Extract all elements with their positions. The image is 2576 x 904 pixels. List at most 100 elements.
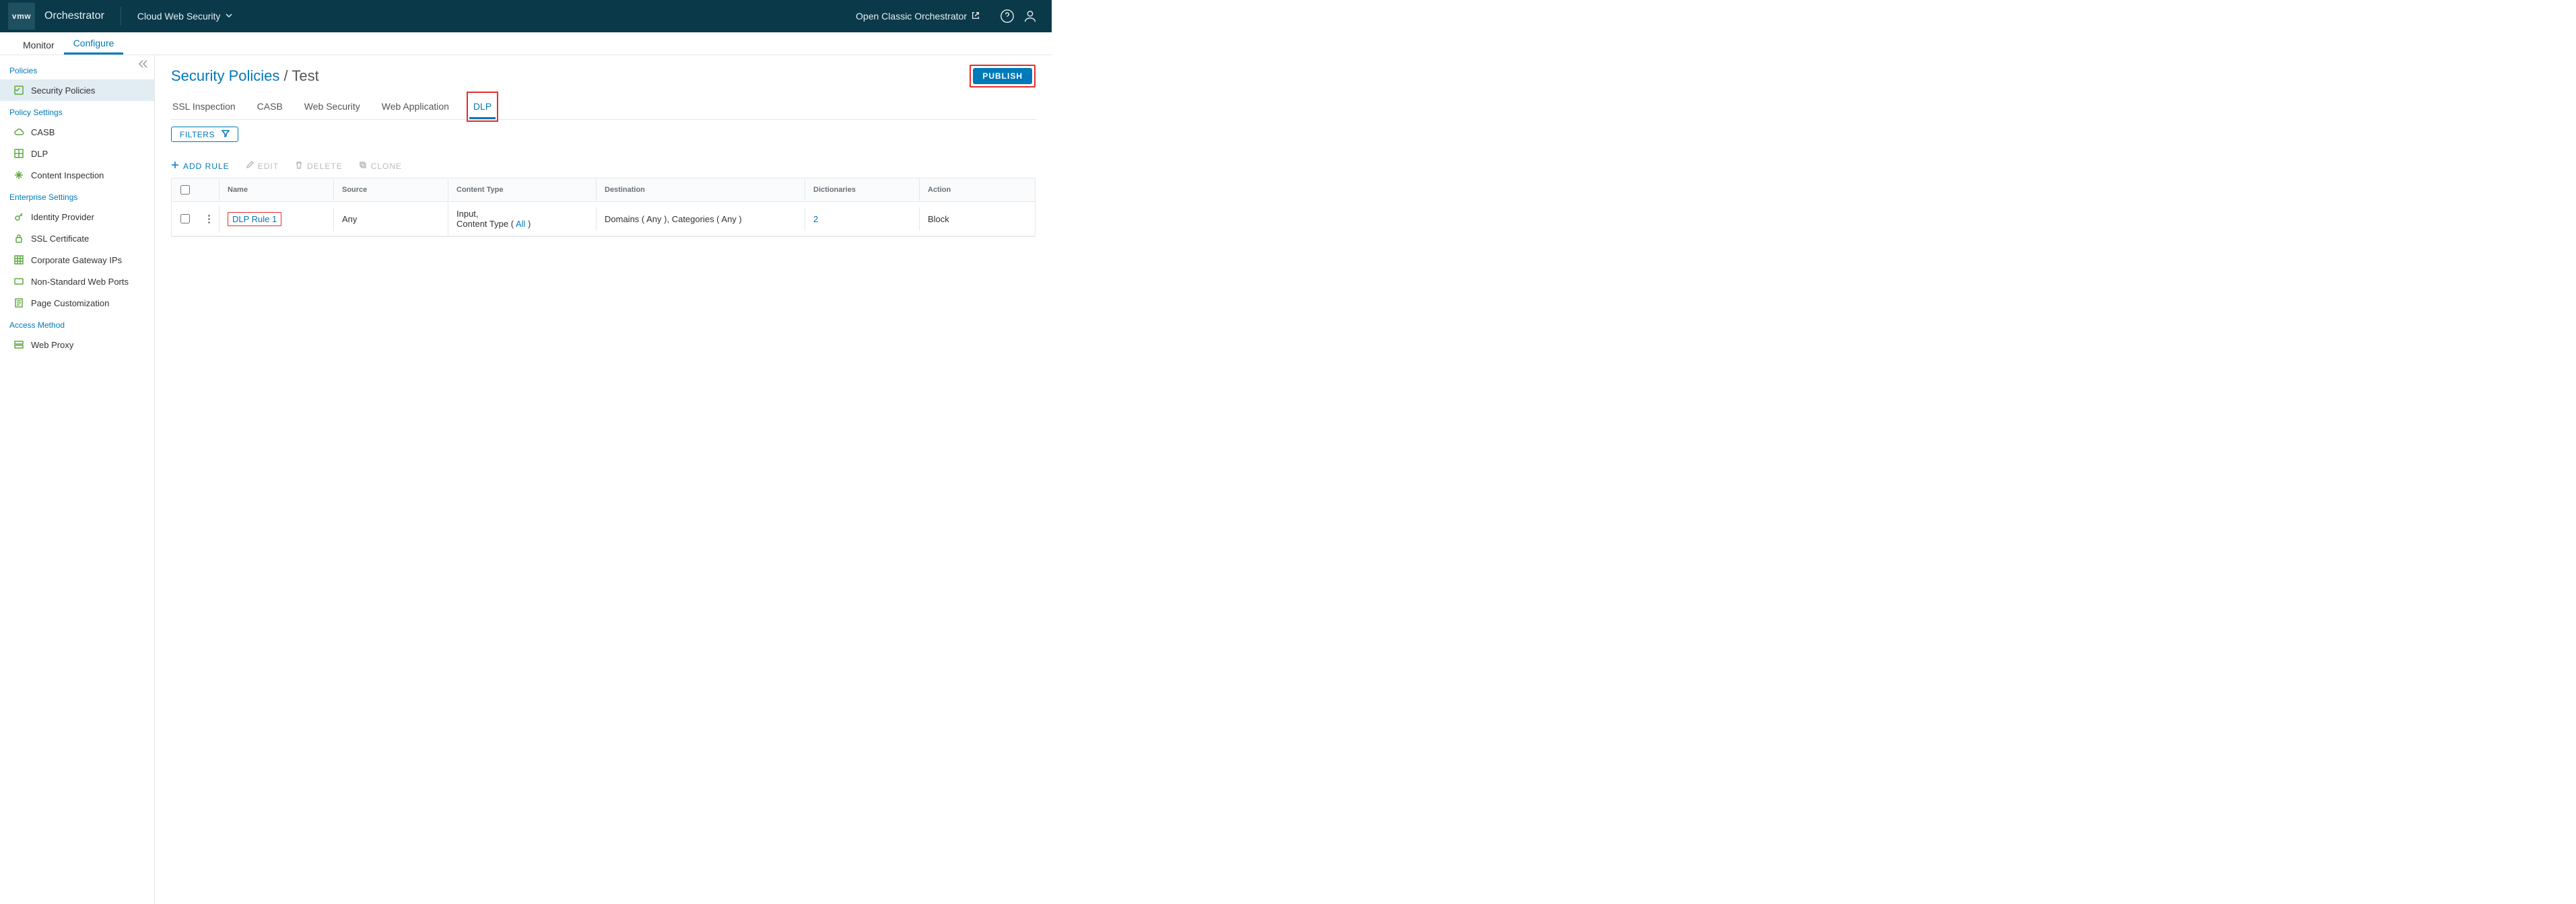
trash-icon: [295, 161, 303, 171]
port-icon: [13, 276, 24, 287]
collapse-sidebar-icon[interactable]: [138, 59, 149, 71]
tab-ssl-inspection[interactable]: SSL Inspection: [171, 94, 237, 119]
sidebar-item-nonstandard-ports[interactable]: Non-Standard Web Ports: [0, 271, 154, 292]
select-all-cell: [172, 178, 199, 201]
col-content-type[interactable]: Content Type: [448, 179, 596, 201]
filters-label: FILTERS: [180, 130, 215, 139]
user-icon[interactable]: [1021, 7, 1040, 26]
sidebar-item-ssl-certificate[interactable]: SSL Certificate: [0, 228, 154, 249]
rules-table: Name Source Content Type Destination Dic…: [171, 178, 1036, 237]
shield-check-icon: [13, 85, 24, 96]
row-destination: Domains ( Any ), Categories ( Any ): [596, 207, 805, 231]
help-icon[interactable]: [998, 7, 1017, 26]
product-name: Orchestrator: [44, 10, 104, 22]
sidebar-item-label: DLP: [31, 149, 48, 159]
lock-icon: [13, 233, 24, 244]
sidebar-item-label: CASB: [31, 127, 55, 137]
pencil-icon: [246, 161, 254, 171]
tab-configure[interactable]: Configure: [64, 32, 124, 55]
table-header-row: Name Source Content Type Destination Dic…: [172, 178, 1035, 202]
publish-button[interactable]: PUBLISH: [973, 68, 1032, 84]
sidebar-item-label: Web Proxy: [31, 340, 73, 350]
edit-button: EDIT: [246, 161, 279, 171]
clone-label: CLONE: [371, 162, 402, 171]
add-rule-label: ADD RULE: [183, 162, 230, 171]
select-all-checkbox[interactable]: [180, 185, 190, 195]
sidebar-item-content-inspection[interactable]: Content Inspection: [0, 164, 154, 186]
dictionaries-link[interactable]: 2: [813, 214, 818, 224]
col-destination[interactable]: Destination: [596, 179, 805, 201]
rule-name-highlight: DLP Rule 1: [228, 212, 281, 226]
col-dictionaries[interactable]: Dictionaries: [805, 179, 919, 201]
breadcrumb-sep: /: [279, 67, 292, 84]
row-source: Any: [333, 207, 448, 231]
tab-web-security[interactable]: Web Security: [303, 94, 362, 119]
service-dropdown[interactable]: Cloud Web Security: [137, 11, 232, 22]
breadcrumb-root-link[interactable]: Security Policies: [171, 67, 279, 84]
main-nav-tabs: Monitor Configure: [0, 32, 1052, 55]
tab-casb[interactable]: CASB: [256, 94, 284, 119]
plus-icon: [171, 161, 179, 171]
network-icon: [13, 254, 24, 265]
sidebar-heading-policies: Policies: [0, 59, 154, 79]
proxy-icon: [13, 339, 24, 350]
row-content-type: Input, Content Type ( All ): [448, 202, 596, 236]
top-bar: vmw Orchestrator Cloud Web Security Open…: [0, 0, 1052, 32]
policy-tabs: SSL Inspection CASB Web Security Web App…: [171, 94, 1036, 120]
main-content: Security Policies / Test PUBLISH SSL Ins…: [155, 55, 1052, 904]
col-action[interactable]: Action: [919, 179, 1035, 201]
rule-name-link[interactable]: DLP Rule 1: [232, 214, 277, 224]
sidebar-heading-policy-settings: Policy Settings: [0, 101, 154, 121]
delete-button: DELETE: [295, 161, 343, 171]
page-icon: [13, 298, 24, 308]
sidebar-heading-enterprise: Enterprise Settings: [0, 186, 154, 206]
filter-icon: [222, 129, 230, 139]
breadcrumb: Security Policies / Test: [171, 67, 319, 85]
external-link-icon: [971, 11, 980, 22]
sidebar-item-corporate-gateway[interactable]: Corporate Gateway IPs: [0, 249, 154, 271]
row-checkbox[interactable]: [180, 214, 190, 223]
add-rule-button[interactable]: ADD RULE: [171, 161, 230, 171]
sidebar-item-casb[interactable]: CASB: [0, 121, 154, 143]
breadcrumb-leaf: Test: [292, 67, 318, 84]
tab-monitor[interactable]: Monitor: [13, 34, 64, 55]
sidebar-item-label: Identity Provider: [31, 212, 94, 222]
row-action: Block: [919, 207, 1035, 231]
clone-icon: [359, 161, 367, 171]
open-classic-link[interactable]: Open Classic Orchestrator: [856, 11, 980, 22]
tab-web-application[interactable]: Web Application: [380, 94, 450, 119]
sidebar-item-label: Page Customization: [31, 298, 109, 308]
col-source[interactable]: Source: [333, 179, 448, 201]
clone-button: CLONE: [359, 161, 402, 171]
rules-toolbar: ADD RULE EDIT DELETE CLONE: [171, 161, 1036, 171]
key-icon: [13, 211, 24, 222]
sidebar-item-label: Non-Standard Web Ports: [31, 277, 129, 287]
chevron-down-icon: [226, 12, 232, 21]
sidebar-heading-access-method: Access Method: [0, 314, 154, 334]
row-actions-menu[interactable]: [208, 215, 210, 223]
sidebar-item-label: Corporate Gateway IPs: [31, 255, 122, 265]
edit-label: EDIT: [258, 162, 279, 171]
filters-button[interactable]: FILTERS: [171, 127, 238, 142]
vmware-logo: vmw: [8, 3, 35, 30]
cloud-icon: [13, 127, 24, 137]
sidebar-item-label: Content Inspection: [31, 170, 104, 180]
col-name[interactable]: Name: [219, 179, 333, 201]
publish-highlight: PUBLISH: [970, 65, 1036, 88]
delete-label: DELETE: [307, 162, 343, 171]
sidebar-item-identity-provider[interactable]: Identity Provider: [0, 206, 154, 228]
service-name: Cloud Web Security: [137, 11, 220, 22]
sidebar-item-dlp[interactable]: DLP: [0, 143, 154, 164]
sidebar-item-label: SSL Certificate: [31, 234, 89, 244]
sidebar-item-web-proxy[interactable]: Web Proxy: [0, 334, 154, 355]
content-type-all-link[interactable]: All: [516, 219, 525, 229]
open-classic-label: Open Classic Orchestrator: [856, 11, 967, 22]
table-row: DLP Rule 1 Any Input, Content Type ( All…: [172, 202, 1035, 236]
sidebar-item-page-customization[interactable]: Page Customization: [0, 292, 154, 314]
sidebar-item-label: Security Policies: [31, 85, 95, 96]
sidebar: Policies Security Policies Policy Settin…: [0, 55, 155, 904]
sparkle-icon: [13, 170, 24, 180]
grid-icon: [13, 148, 24, 159]
sidebar-item-security-policies[interactable]: Security Policies: [0, 79, 154, 101]
tab-dlp[interactable]: DLP: [469, 94, 496, 119]
